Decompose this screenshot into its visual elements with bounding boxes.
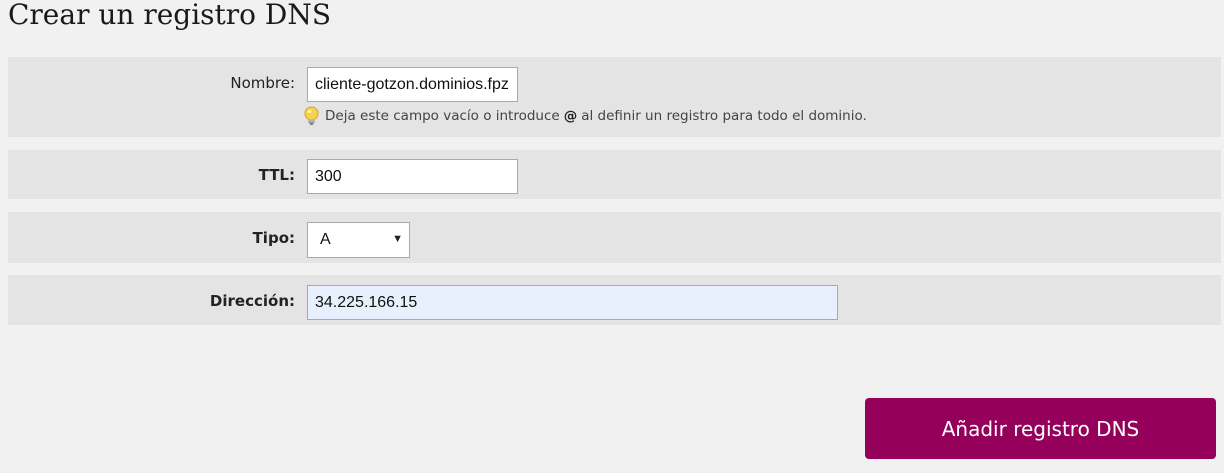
lightbulb-icon <box>304 106 319 125</box>
form-row-nombre: Nombre: Deja este campo vacío o introduc… <box>8 57 1221 137</box>
direccion-input[interactable] <box>307 285 838 320</box>
form-row-ttl: TTL: <box>8 150 1221 199</box>
tipo-select[interactable]: A ▼ <box>307 222 410 258</box>
form-row-tipo: Tipo: A ▼ <box>8 212 1221 263</box>
form-row-direccion: Dirección: <box>8 275 1221 325</box>
nombre-hint-text-after: al definir un registro para todo el domi… <box>581 108 867 124</box>
add-dns-record-button[interactable]: Añadir registro DNS <box>865 398 1216 459</box>
nombre-hint-text-before: Deja este campo vacío o introduce <box>325 108 560 124</box>
tipo-selected-value: A <box>320 231 331 248</box>
nombre-hint-symbol: @ <box>563 108 578 124</box>
page-title: Crear un registro DNS <box>8 0 332 31</box>
nombre-input[interactable] <box>307 67 518 102</box>
ttl-input[interactable] <box>307 159 518 194</box>
tipo-label: Tipo: <box>252 229 295 247</box>
ttl-label: TTL: <box>258 166 295 184</box>
direccion-label: Dirección: <box>209 292 295 310</box>
nombre-hint: Deja este campo vacío o introduce @ al d… <box>303 106 867 126</box>
dropdown-arrow-icon: ▼ <box>392 233 403 245</box>
nombre-label: Nombre: <box>230 74 295 92</box>
